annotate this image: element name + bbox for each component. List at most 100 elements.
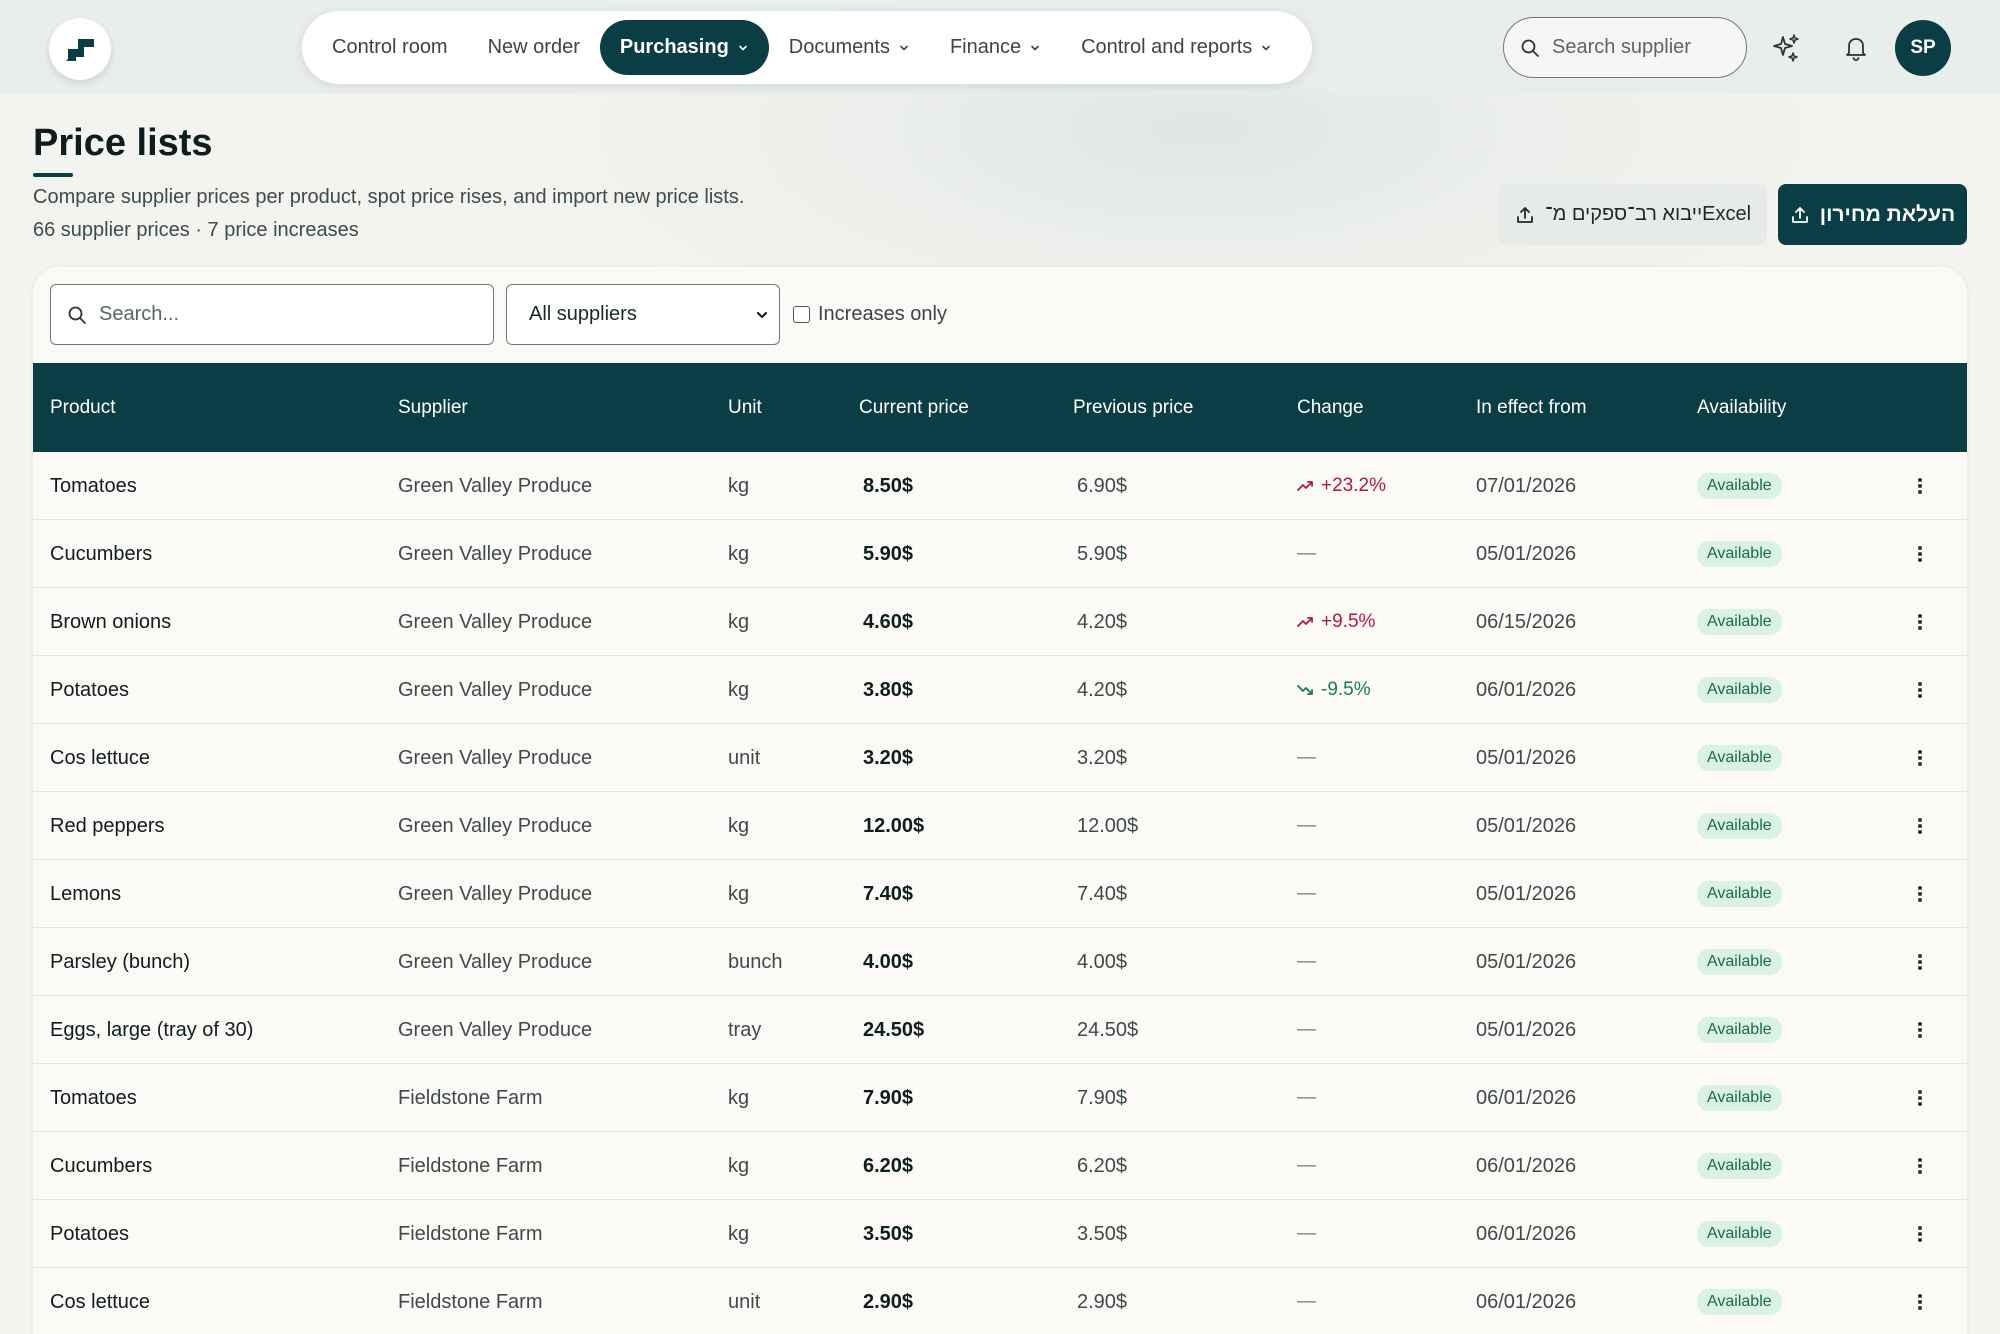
current-price-cell: 3.20$ [863, 746, 914, 769]
logo-icon [66, 39, 94, 61]
row-actions-button[interactable] [1905, 792, 1935, 860]
product-cell: Potatoes [50, 678, 129, 701]
supplier-cell: Green Valley Produce [398, 610, 593, 633]
supplier-filter-select[interactable]: All suppliers [506, 284, 780, 345]
row-actions-button[interactable] [1905, 656, 1935, 724]
table-search[interactable] [50, 284, 494, 345]
notifications-button[interactable] [1832, 24, 1880, 72]
col-product-header[interactable]: Product [50, 363, 115, 452]
status-badge: Available [1697, 813, 1782, 839]
row-actions-button[interactable] [1905, 1268, 1935, 1334]
excel-import-button[interactable]: ייבוא רב־ספקים מ־Excel [1499, 184, 1767, 245]
row-actions-button[interactable] [1905, 1064, 1935, 1132]
availability-cell: Available [1697, 520, 1782, 588]
upload-price-list-button[interactable]: העלאת מחירון [1778, 184, 1967, 245]
col-supplier-header[interactable]: Supplier [398, 363, 468, 452]
in-effect-from-cell: 06/01/2026 [1476, 1086, 1577, 1109]
search-icon [1521, 39, 1539, 57]
upload-icon [1517, 206, 1533, 223]
table-row[interactable]: Eggs, large (tray of 30) Green Valley Pro… [33, 996, 1967, 1064]
price-change: — [1297, 724, 1316, 792]
price-change: — [1297, 928, 1316, 996]
col-previous-price-header[interactable]: Previous price [1073, 363, 1193, 452]
status-badge: Available [1697, 1289, 1782, 1315]
current-price-cell: 5.90$ [863, 542, 914, 565]
availability-cell: Available [1697, 1268, 1782, 1334]
col-unit-header[interactable]: Unit [728, 363, 762, 452]
table-row[interactable]: Tomatoes Fieldstone Farm kg 7.90$ 7.90$ — 06/0… [33, 1064, 1967, 1132]
row-actions-button[interactable] [1905, 588, 1935, 656]
previous-price-cell: 24.50$ [1077, 1018, 1139, 1041]
supplier-cell: Fieldstone Farm [398, 1154, 543, 1177]
col-current-price-header[interactable]: Current price [859, 363, 969, 452]
row-actions-button[interactable] [1905, 928, 1935, 996]
app-logo[interactable] [49, 18, 111, 80]
table-row[interactable]: Cucumbers Fieldstone Farm kg 6.20$ 6.20$ — 06/… [33, 1132, 1967, 1200]
availability-cell: Available [1697, 996, 1782, 1064]
product-cell: Brown onions [50, 610, 172, 633]
previous-price-cell: 3.50$ [1077, 1222, 1128, 1245]
nav-item-documents[interactable]: Documents [769, 20, 930, 75]
increases-only-filter[interactable]: Increases only [793, 284, 947, 345]
table-row[interactable]: Potatoes Fieldstone Farm kg 3.50$ 3.50$ — 06/0… [33, 1200, 1967, 1268]
price-change-value: -9.5% [1321, 679, 1371, 700]
table-row[interactable]: Cos lettuce Fieldstone Farm unit 2.90$ 2.90$… [33, 1268, 1967, 1334]
unit-cell: unit [728, 746, 761, 769]
table-search-input[interactable] [99, 303, 479, 326]
table-row[interactable]: Lemons Green Valley Produce kg 7.40$ 7.40$ — 0… [33, 860, 1967, 928]
nav-item-control-and-reports[interactable]: Control and reports [1061, 20, 1292, 75]
kebab-menu-icon [1918, 750, 1922, 766]
in-effect-from-cell: 06/15/2026 [1476, 610, 1577, 633]
table-row[interactable]: Cos lettuce Green Valley Produce unit 3.20$… [33, 724, 1967, 792]
unit-cell: kg [728, 882, 750, 905]
chevron-down-icon [757, 311, 767, 318]
table-row[interactable]: Potatoes Green Valley Produce kg 3.80$ 4.20$… [33, 656, 1967, 724]
ai-assistant-button[interactable] [1762, 24, 1810, 72]
price-change-value: — [1297, 1155, 1316, 1176]
supplier-cell: Green Valley Produce [398, 1018, 593, 1041]
row-actions-button[interactable] [1905, 520, 1935, 588]
col-change-header[interactable]: Change [1297, 363, 1364, 452]
previous-price-cell: 4.20$ [1077, 610, 1128, 633]
nav-item-label: Finance [949, 36, 1022, 58]
availability-cell: Available [1697, 1200, 1782, 1268]
row-actions-button[interactable] [1905, 996, 1935, 1064]
row-actions-button[interactable] [1905, 724, 1935, 792]
supplier-search[interactable] [1503, 17, 1747, 78]
chevron-down-icon [1262, 45, 1271, 50]
status-badge: Available [1697, 949, 1782, 975]
chevron-down-icon [900, 45, 908, 50]
nav-item-finance[interactable]: Finance [930, 20, 1061, 75]
nav-item-label: Documents [788, 36, 890, 58]
col-in-effect-from-header[interactable]: In effect from [1476, 363, 1587, 452]
previous-price-cell: 7.90$ [1077, 1086, 1128, 1109]
user-avatar[interactable]: SP [1895, 20, 1951, 76]
row-actions-button[interactable] [1905, 860, 1935, 928]
unit-cell: tray [728, 1018, 762, 1041]
current-price-cell: 4.00$ [863, 950, 914, 973]
in-effect-from-cell: 05/01/2026 [1476, 814, 1577, 837]
price-change: — [1297, 1064, 1316, 1132]
table-row[interactable]: Cucumbers Green Valley Produce kg 5.90$ 5.90… [33, 520, 1967, 588]
price-change-value: — [1297, 951, 1316, 972]
row-actions-button[interactable] [1905, 1132, 1935, 1200]
page-title: Price lists [33, 122, 213, 164]
status-badge: Available [1697, 1153, 1782, 1179]
supplier-cell: Fieldstone Farm [398, 1290, 543, 1313]
price-change: +9.5% [1297, 588, 1375, 656]
supplier-search-input[interactable] [1552, 36, 1722, 59]
product-cell: Cucumbers [50, 1154, 153, 1177]
table-row[interactable]: Parsley (bunch) Green Valley Produce bunch… [33, 928, 1967, 996]
nav-item-new-order[interactable]: New order [468, 20, 600, 75]
row-actions-button[interactable] [1905, 452, 1935, 520]
table-row[interactable]: Red peppers Green Valley Produce kg 12.00$ 1… [33, 792, 1967, 860]
table-row[interactable]: Brown onions Green Valley Produce kg 4.60$ 4… [33, 588, 1967, 656]
nav-item-control-room[interactable]: Control room [312, 20, 468, 75]
nav-item-purchasing[interactable]: Purchasing [599, 20, 769, 75]
table-row[interactable]: Tomatoes Green Valley Produce kg 8.50$ 6.90$… [33, 452, 1967, 520]
excel-import-label: ייבוא רב־ספקים מ־Excel [1544, 203, 1752, 225]
row-actions-button[interactable] [1905, 1200, 1935, 1268]
col-availability-header[interactable]: Availability [1697, 363, 1786, 452]
status-badge: Available [1697, 1085, 1782, 1111]
increases-only-checkbox[interactable] [793, 306, 810, 323]
